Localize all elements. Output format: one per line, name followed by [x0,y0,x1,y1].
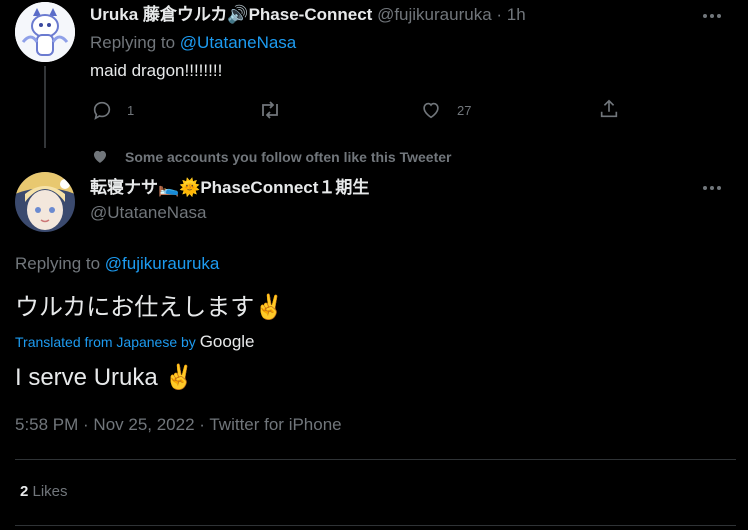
heart-filled-icon [91,148,109,165]
main-tweet-text: ウルカにお仕えします✌️ [15,294,285,321]
main-more-icon[interactable] [701,178,723,198]
likes-label: Likes [28,483,68,500]
thread-line [44,66,46,148]
parent-separator: · [496,5,503,24]
likes-summary[interactable]: 2 Likes [20,482,68,502]
parent-author-handle[interactable]: @fujikurauruka [377,5,492,24]
translation-attribution[interactable]: Translated from Japanese by Google [15,332,255,352]
tweet-timestamp[interactable]: 5:58 PM · Nov 25, 2022 · Twitter for iPh… [15,415,342,435]
parent-author-row: Uruka 藤倉ウルカ🔊Phase-Connect @fujikurauruka… [90,5,526,25]
retweet-icon[interactable] [258,99,282,121]
parent-tweet-text: maid dragon!!!!!!!! [90,61,223,80]
reply-icon[interactable] [91,99,113,121]
parent-replying-prefix: Replying to [90,33,180,52]
parent-author-name[interactable]: Uruka 藤倉ウルカ🔊Phase-Connect [90,5,372,24]
reply-count: 1 [127,103,135,118]
main-avatar[interactable] [15,172,75,232]
parent-time[interactable]: 1h [507,5,526,24]
parent-replying: Replying to @UtataneNasa [90,33,296,53]
like-icon[interactable] [420,99,442,121]
main-author-name[interactable]: 転寝ナサ🛌🌞PhaseConnect１期生 [90,178,369,198]
parent-more-icon[interactable] [701,6,723,26]
google-logo: Google [199,332,255,351]
main-author-handle[interactable]: @UtataneNasa [90,203,207,223]
parent-avatar[interactable] [15,2,75,62]
main-replying: Replying to @fujikurauruka [15,254,219,274]
parent-replying-handle[interactable]: @UtataneNasa [180,33,297,52]
like-count: 27 [457,103,472,118]
social-context-text: Some accounts you follow often like this… [125,149,452,165]
share-icon[interactable] [598,98,620,120]
translated-label[interactable]: Translated from Japanese by [15,334,196,350]
divider-top [15,459,736,460]
translated-text: I serve Uruka ✌️ [15,364,195,391]
divider-bottom [15,525,736,526]
main-replying-handle[interactable]: @fujikurauruka [105,254,220,273]
main-replying-prefix: Replying to [15,254,105,273]
